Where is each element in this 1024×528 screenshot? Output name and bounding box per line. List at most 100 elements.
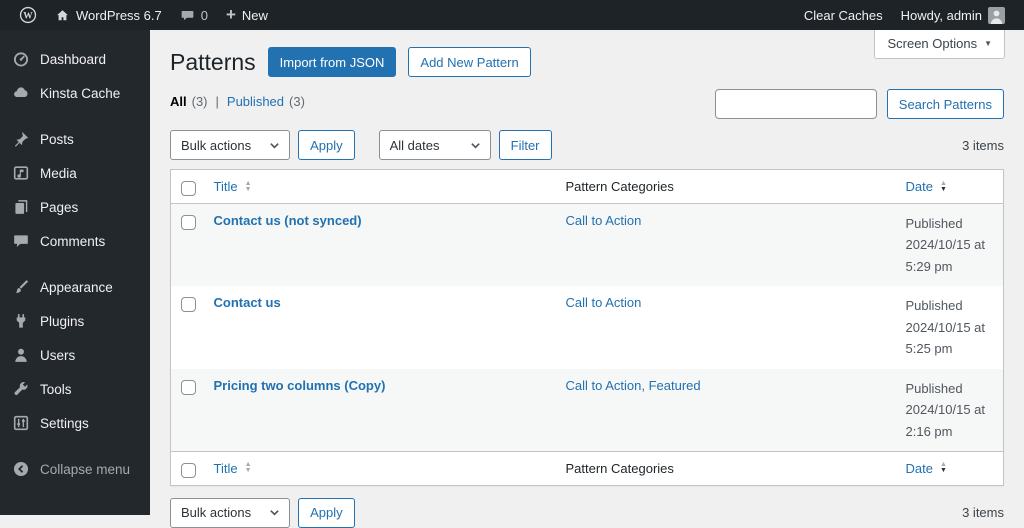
- pattern-category-link[interactable]: Call to Action, Featured: [566, 378, 701, 393]
- wrench-icon: [12, 380, 30, 398]
- title-column-label: Title: [213, 460, 238, 476]
- publish-time: 5:25 pm: [905, 341, 953, 357]
- pushpin-icon: [12, 130, 30, 148]
- sidebar-item-tools[interactable]: Tools: [0, 372, 150, 406]
- date-cell: Published 2024/10/15 at 2:16 pm: [896, 369, 1004, 452]
- apply-button[interactable]: Apply: [298, 130, 355, 160]
- select-all-checkbox[interactable]: [181, 181, 196, 196]
- sidebar-item-label: Pages: [40, 199, 79, 215]
- sidebar-item-dashboard[interactable]: Dashboard: [0, 42, 150, 76]
- publish-date: 2024/10/15 at: [905, 319, 986, 335]
- sort-by-date-header[interactable]: Date ▲ ▼: [906, 179, 947, 194]
- row-checkbox[interactable]: [181, 379, 196, 395]
- sidebar-item-label: Tools: [40, 381, 72, 397]
- site-menu[interactable]: WordPress 6.7: [46, 0, 171, 30]
- sidebar-item-pages[interactable]: Pages: [0, 190, 150, 224]
- sidebar-item-label: Dashboard: [40, 51, 107, 67]
- view-all-link[interactable]: All: [170, 94, 187, 109]
- sidebar-item-plugins[interactable]: Plugins: [0, 304, 150, 338]
- select-all-checkbox[interactable]: [181, 462, 196, 478]
- categories-column-label: Pattern Categories: [565, 460, 674, 476]
- wordpress-logo-menu[interactable]: W: [10, 0, 46, 30]
- sidebar-item-label: Plugins: [40, 313, 85, 329]
- table-footer-row: Title ▲ ▼ Pattern Categories Date ▲ ▼: [170, 450, 1004, 486]
- sidebar-item-label: Settings: [40, 415, 89, 431]
- sort-icon: ▲ ▼: [939, 461, 947, 475]
- collapse-arrow-icon: [12, 460, 30, 478]
- sidebar-item-media[interactable]: Media: [0, 156, 150, 190]
- filter-button[interactable]: Filter: [498, 130, 552, 160]
- sidebar-item-comments[interactable]: Comments: [0, 224, 150, 258]
- cloud-icon: [12, 84, 30, 102]
- sliders-icon: [12, 414, 30, 432]
- pattern-title-link[interactable]: Pricing two columns (Copy): [214, 378, 386, 393]
- publish-time: 2:16 pm: [905, 423, 953, 439]
- pattern-title-link[interactable]: Contact us (not synced): [214, 213, 362, 228]
- sidebar-item-label: Appearance: [40, 279, 113, 295]
- sidebar-item-label: Collapse menu: [40, 461, 131, 477]
- clear-caches-label: Clear Caches: [803, 7, 883, 23]
- user-icon: [12, 346, 30, 364]
- pattern-category-link[interactable]: Call to Action: [566, 295, 642, 310]
- page-title: Patterns: [170, 49, 256, 75]
- sort-by-date-header[interactable]: Date ▲ ▼: [906, 461, 947, 476]
- comments-menu[interactable]: 0: [171, 0, 217, 30]
- main-content: Screen Options ▼ Patterns Import from JS…: [150, 30, 1024, 528]
- sort-by-title-header[interactable]: Title ▲ ▼: [214, 179, 252, 194]
- items-count: 3 items: [962, 505, 1004, 521]
- row-checkbox[interactable]: [181, 215, 196, 230]
- view-published-link[interactable]: Published: [227, 94, 284, 109]
- chevron-down-icon: [270, 142, 279, 149]
- new-label: New: [241, 7, 268, 23]
- my-account-menu[interactable]: Howdy, admin: [892, 0, 1014, 30]
- clear-caches-button[interactable]: Clear Caches: [795, 0, 892, 30]
- row-checkbox[interactable]: [181, 297, 196, 313]
- date-cell: Published 2024/10/15 at 5:25 pm: [896, 286, 1004, 368]
- apply-button[interactable]: Apply: [298, 497, 355, 528]
- sidebar-separator: [0, 440, 150, 452]
- date-filter-select[interactable]: All dates: [378, 130, 491, 160]
- table-row: Contact us (not synced) Call to Action P…: [170, 203, 1004, 287]
- add-new-pattern-button[interactable]: Add New Pattern: [408, 47, 531, 77]
- sort-by-title-header[interactable]: Title ▲ ▼: [214, 461, 252, 476]
- import-from-json-button[interactable]: Import from JSON: [267, 47, 397, 77]
- search-input[interactable]: [714, 89, 877, 119]
- bulk-actions-label: Bulk actions: [181, 137, 252, 153]
- new-content-menu[interactable]: + New: [217, 0, 277, 30]
- comment-bubble-icon: [180, 8, 195, 23]
- bulk-actions-select[interactable]: Bulk actions: [170, 130, 291, 160]
- table-toolbar-bottom: Bulk actions Apply 3 items: [170, 497, 1004, 528]
- table-header-row: Title ▲ ▼ Pattern Categories Date ▲ ▼: [170, 169, 1004, 204]
- sidebar-separator: [0, 258, 150, 270]
- sidebar-item-users[interactable]: Users: [0, 338, 150, 372]
- sidebar-item-label: Users: [40, 347, 76, 363]
- patterns-table: Title ▲ ▼ Pattern Categories Date ▲ ▼ Co…: [170, 169, 1004, 486]
- table-row: Contact us Call to Action Published 2024…: [171, 286, 1004, 368]
- categories-column-label: Pattern Categories: [565, 179, 674, 194]
- sidebar-item-kinsta-cache[interactable]: Kinsta Cache: [0, 76, 150, 110]
- pattern-title-link[interactable]: Contact us: [214, 295, 281, 310]
- search-patterns-button[interactable]: Search Patterns: [886, 89, 1004, 119]
- collapse-menu-button[interactable]: Collapse menu: [0, 452, 150, 486]
- sort-icon: ▲ ▼: [244, 179, 252, 193]
- all-dates-label: All dates: [389, 137, 440, 153]
- publish-status: Published: [905, 380, 963, 396]
- title-column-label: Title: [213, 179, 238, 194]
- avatar: [988, 6, 1005, 24]
- sidebar-item-appearance[interactable]: Appearance: [0, 270, 150, 304]
- admin-bar: W WordPress 6.7 0 + New Clear Caches How…: [0, 0, 1024, 30]
- bulk-actions-select[interactable]: Bulk actions: [170, 497, 291, 528]
- svg-text:W: W: [23, 11, 33, 21]
- bulk-actions-label: Bulk actions: [181, 505, 252, 521]
- screen-options-button[interactable]: Screen Options ▼: [874, 30, 1005, 59]
- media-icon: [12, 164, 30, 182]
- publish-date: 2024/10/15 at: [905, 402, 986, 418]
- sidebar-item-label: Kinsta Cache: [40, 85, 121, 101]
- sidebar-item-label: Media: [40, 165, 77, 181]
- home-icon: [55, 8, 70, 23]
- pages-icon: [12, 198, 30, 216]
- sidebar-item-posts[interactable]: Posts: [0, 122, 150, 156]
- pattern-category-link[interactable]: Call to Action: [566, 213, 642, 228]
- sidebar-item-settings[interactable]: Settings: [0, 406, 150, 440]
- chevron-down-icon: [270, 510, 279, 516]
